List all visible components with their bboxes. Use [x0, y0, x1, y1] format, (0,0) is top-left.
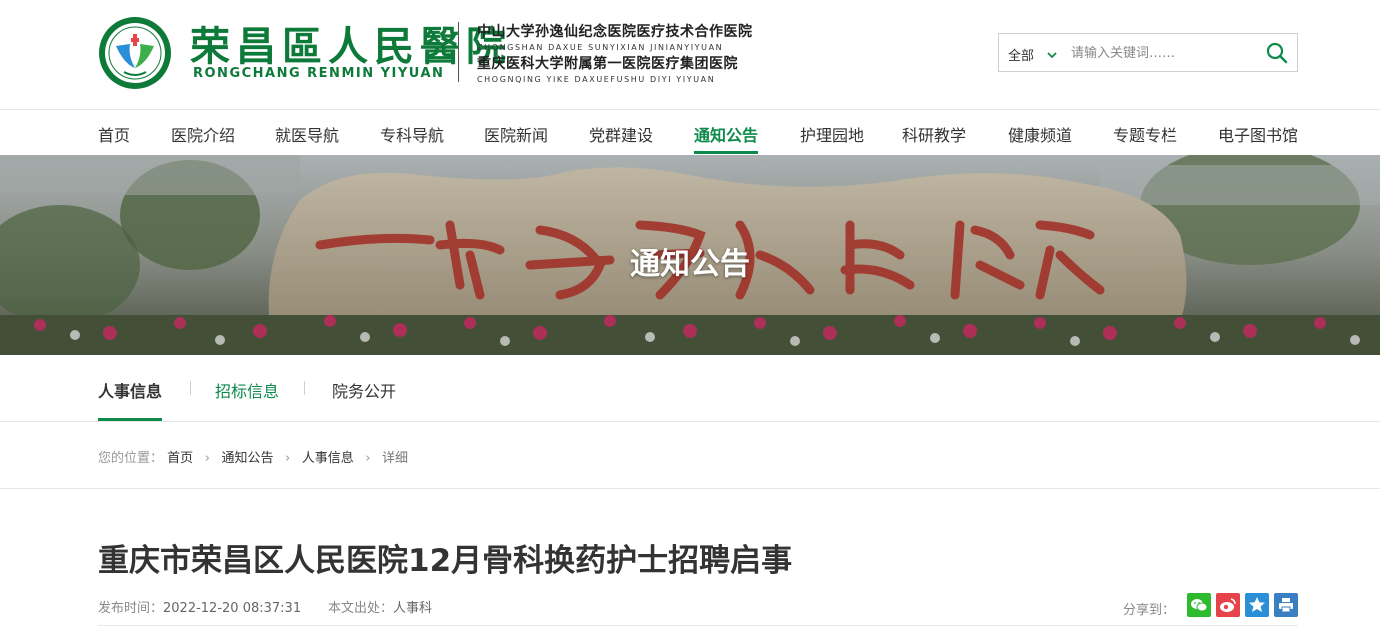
- main-nav: 首页 医院介绍 就医导航 专科导航 医院新闻 党群建设 通知公告 护理园地 科研…: [0, 110, 1380, 155]
- affiliation-1-en: ZHONGSHAN DAXUE SUNYIXIAN JINIANYIYUAN: [477, 43, 724, 52]
- hospital-emblem-logo[interactable]: [98, 16, 172, 90]
- site-header: 荣昌區人民醫院 RONGCHANG RENMIN YIYUAN 中山大学孙逸仙纪…: [0, 0, 1380, 110]
- nav-active-indicator: [694, 151, 758, 154]
- tab-separator: [304, 381, 305, 395]
- breadcrumb-prefix: 您的位置：: [98, 451, 164, 466]
- chevron-right-icon: ›: [204, 451, 210, 466]
- search-input[interactable]: [1071, 41, 1256, 65]
- breadcrumb-bar: 您的位置： 首页 › 通知公告 › 人事信息 › 详细: [0, 422, 1380, 489]
- nav-item-research[interactable]: 科研教学: [902, 122, 966, 146]
- publish-time-label: 发布时间：: [98, 601, 164, 616]
- tab-hr-info[interactable]: 人事信息: [98, 378, 162, 402]
- nav-item-health[interactable]: 健康频道: [1008, 122, 1072, 146]
- logo-divider: [458, 22, 459, 82]
- qzone-star-icon[interactable]: [1245, 593, 1269, 617]
- print-icon[interactable]: [1274, 593, 1298, 617]
- search-box: 全部: [998, 33, 1298, 72]
- affiliation-2-cn: 重庆医科大学附属第一医院医疗集团医院: [477, 56, 738, 72]
- source-label: 本文出处：: [328, 601, 394, 616]
- publish-time: 发布时间：2022-12-20 08:37:31: [98, 597, 301, 616]
- breadcrumb-home[interactable]: 首页: [167, 451, 193, 466]
- article-source: 本文出处：人事科: [328, 597, 432, 616]
- source-value: 人事科: [393, 601, 433, 616]
- search-icon[interactable]: [1265, 41, 1289, 65]
- nav-item-notices[interactable]: 通知公告: [694, 122, 758, 146]
- chevron-down-icon[interactable]: [1046, 46, 1058, 59]
- page-banner: 通知公告: [0, 155, 1380, 355]
- banner-title: 通知公告: [630, 247, 750, 282]
- hospital-name-logotype: 荣昌區人民醫院: [190, 23, 512, 70]
- nav-item-home[interactable]: 首页: [98, 122, 130, 146]
- publish-time-value: 2022-12-20 08:37:31: [163, 601, 302, 616]
- affiliation-1: 中山大学孙逸仙纪念医院医疗技术合作医院 ZHONGSHAN DAXUE SUNY…: [477, 21, 753, 52]
- nav-item-nursing[interactable]: 护理园地: [800, 122, 864, 146]
- nav-item-party[interactable]: 党群建设: [589, 122, 653, 146]
- nav-item-departments[interactable]: 专科导航: [380, 122, 444, 146]
- hospital-name-pinyin: RONGCHANG RENMIN YIYUAN: [193, 66, 445, 81]
- subcategory-tabs: 人事信息 招标信息 院务公开: [0, 355, 1380, 422]
- share-label: 分享到：: [1123, 603, 1176, 618]
- nav-item-news[interactable]: 医院新闻: [484, 122, 548, 146]
- nav-item-about[interactable]: 医院介绍: [171, 122, 235, 146]
- nav-item-visit-guide[interactable]: 就医导航: [275, 122, 339, 146]
- article-meta-divider: [98, 625, 1298, 626]
- nav-item-library[interactable]: 电子图书馆: [1218, 122, 1298, 146]
- search-scope-select[interactable]: 全部: [1008, 45, 1034, 64]
- wechat-icon[interactable]: [1187, 593, 1211, 617]
- tab-affairs-public[interactable]: 院务公开: [332, 378, 396, 402]
- nav-item-topics[interactable]: 专题专栏: [1113, 122, 1177, 146]
- article-title: 重庆市荣昌区人民医院12月骨科换药护士招聘启事: [98, 543, 793, 579]
- affiliation-1-cn: 中山大学孙逸仙纪念医院医疗技术合作医院: [477, 24, 753, 40]
- tab-bidding-info[interactable]: 招标信息: [215, 378, 279, 402]
- affiliation-2-en: CHOGNQING YIKE DAXUEFUSHU DIYI YIYUAN: [477, 75, 716, 84]
- breadcrumb-notices[interactable]: 通知公告: [221, 451, 273, 466]
- tab-separator: [190, 381, 191, 395]
- breadcrumb-current: 详细: [382, 451, 409, 466]
- affiliation-2: 重庆医科大学附属第一医院医疗集团医院 CHOGNQING YIKE DAXUEF…: [477, 53, 738, 84]
- weibo-icon[interactable]: [1216, 593, 1240, 617]
- chevron-right-icon: ›: [285, 451, 291, 466]
- breadcrumb: 您的位置： 首页 › 通知公告 › 人事信息 › 详细: [98, 447, 408, 466]
- tab-active-indicator: [98, 418, 162, 421]
- chevron-right-icon: ›: [365, 451, 371, 466]
- breadcrumb-hr-info[interactable]: 人事信息: [302, 451, 354, 466]
